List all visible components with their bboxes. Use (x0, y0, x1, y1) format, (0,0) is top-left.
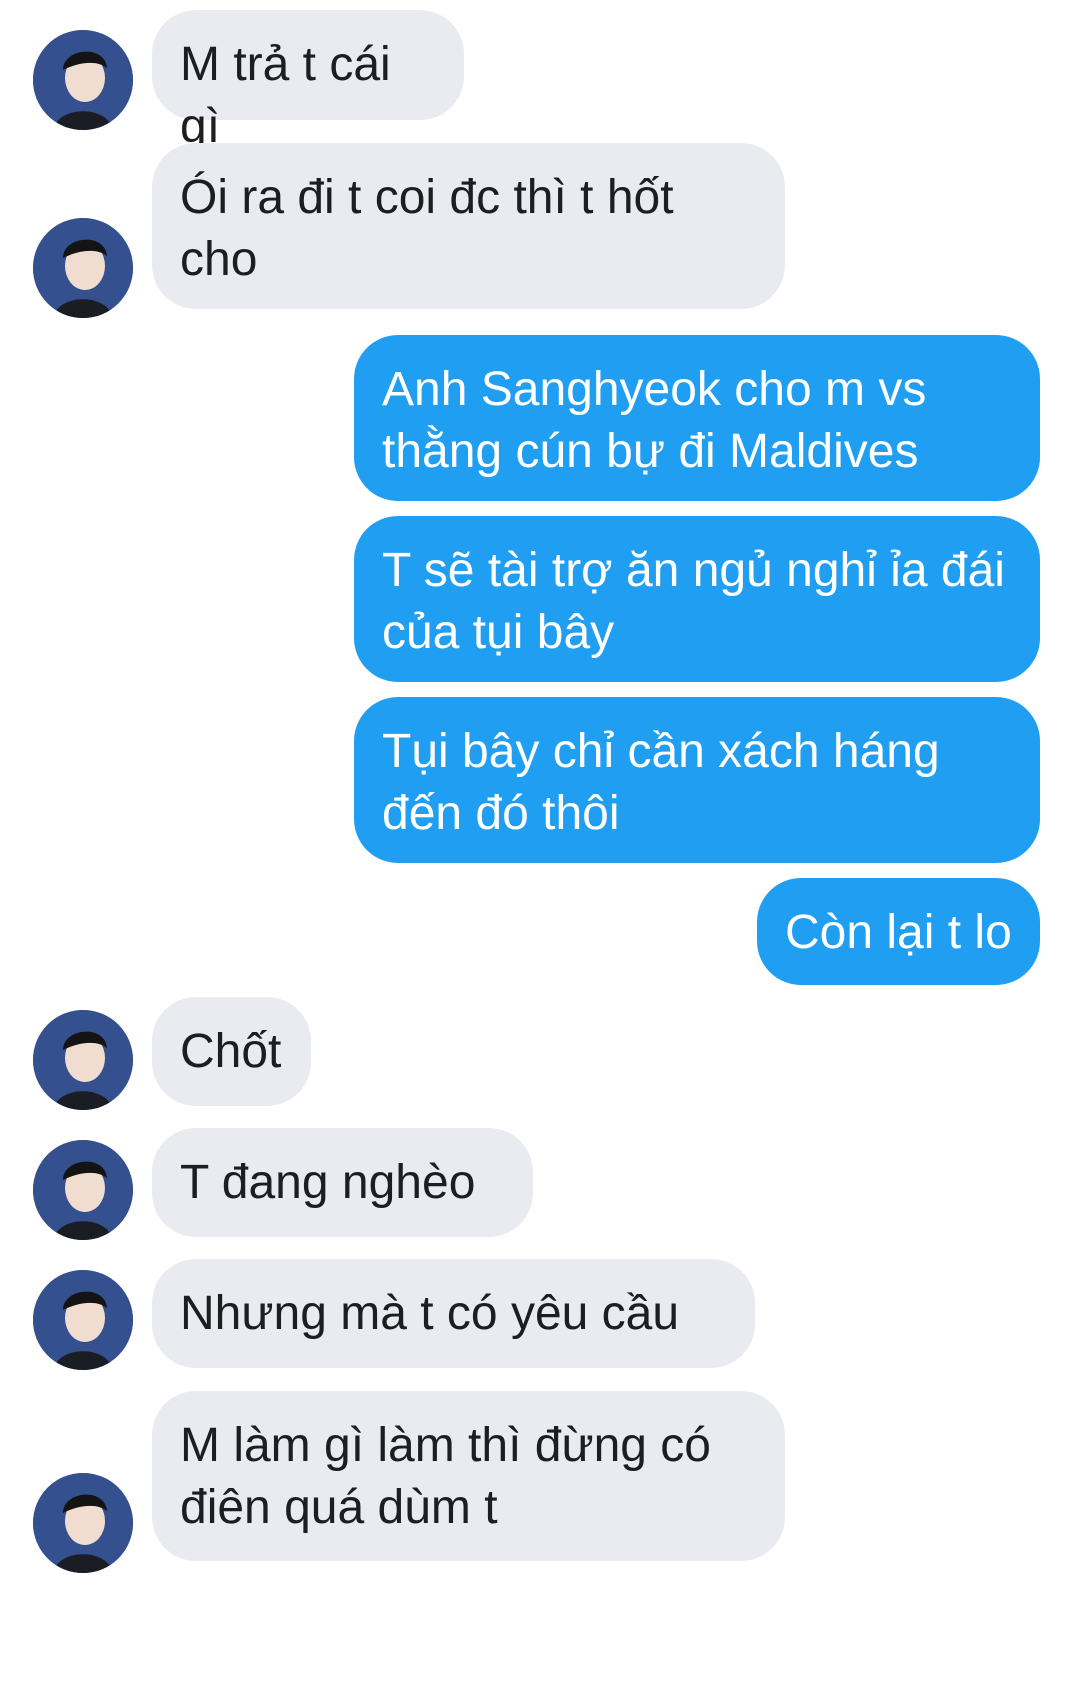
message-text: Chốt (180, 1025, 282, 1078)
message-text: Tụi bây chỉ cần xách háng đến đó thôi (382, 725, 940, 840)
message-bubble-incoming[interactable]: M trả t cái gì (152, 10, 464, 153)
avatar-photo-icon (33, 30, 133, 130)
message-text: T sẽ tài trợ ăn ngủ nghỉ ỉa đái của tụi … (382, 544, 1005, 659)
avatar-photo-icon (33, 1270, 133, 1370)
message-bubble-incoming[interactable]: Chốt (152, 997, 311, 1106)
message-bubble-incoming[interactable]: M làm gì làm thì đừng có điên quá dùm t (152, 1391, 785, 1561)
avatar-photo-icon (33, 218, 133, 318)
contact-avatar[interactable] (33, 1473, 133, 1573)
message-text: M làm gì làm thì đừng có điên quá dùm t (180, 1419, 711, 1534)
message-text: M trả t cái gì (180, 38, 391, 153)
avatar-photo-icon (33, 1140, 133, 1240)
contact-avatar[interactable] (33, 1270, 133, 1370)
message-bubble-outgoing[interactable]: Tụi bây chỉ cần xách háng đến đó thôi (354, 697, 1040, 863)
contact-avatar[interactable] (33, 1010, 133, 1110)
message-bubble-outgoing[interactable]: Anh Sanghyeok cho m vs thằng cún bự đi M… (354, 335, 1040, 501)
contact-avatar[interactable] (33, 1140, 133, 1240)
message-text: T đang nghèo (180, 1156, 476, 1209)
message-text: Nhưng mà t có yêu cầu (180, 1287, 680, 1340)
message-text: Còn lại t lo (785, 906, 1012, 959)
chat-thread: M trả t cái gì Ói ra đi t coi đc thì t h… (0, 0, 1080, 1708)
avatar-photo-icon (33, 1010, 133, 1110)
contact-avatar[interactable] (33, 218, 133, 318)
avatar-photo-icon (33, 1473, 133, 1573)
message-text: Anh Sanghyeok cho m vs thằng cún bự đi M… (382, 363, 927, 478)
message-bubble-outgoing[interactable]: T sẽ tài trợ ăn ngủ nghỉ ỉa đái của tụi … (354, 516, 1040, 682)
message-bubble-incoming[interactable]: T đang nghèo (152, 1128, 533, 1237)
message-bubble-incoming[interactable]: Ói ra đi t coi đc thì t hốt cho (152, 143, 785, 309)
message-bubble-outgoing[interactable]: Còn lại t lo (757, 878, 1040, 985)
message-bubble-incoming[interactable]: Nhưng mà t có yêu cầu (152, 1259, 755, 1368)
contact-avatar[interactable] (33, 30, 133, 130)
message-text: Ói ra đi t coi đc thì t hốt cho (180, 171, 674, 286)
